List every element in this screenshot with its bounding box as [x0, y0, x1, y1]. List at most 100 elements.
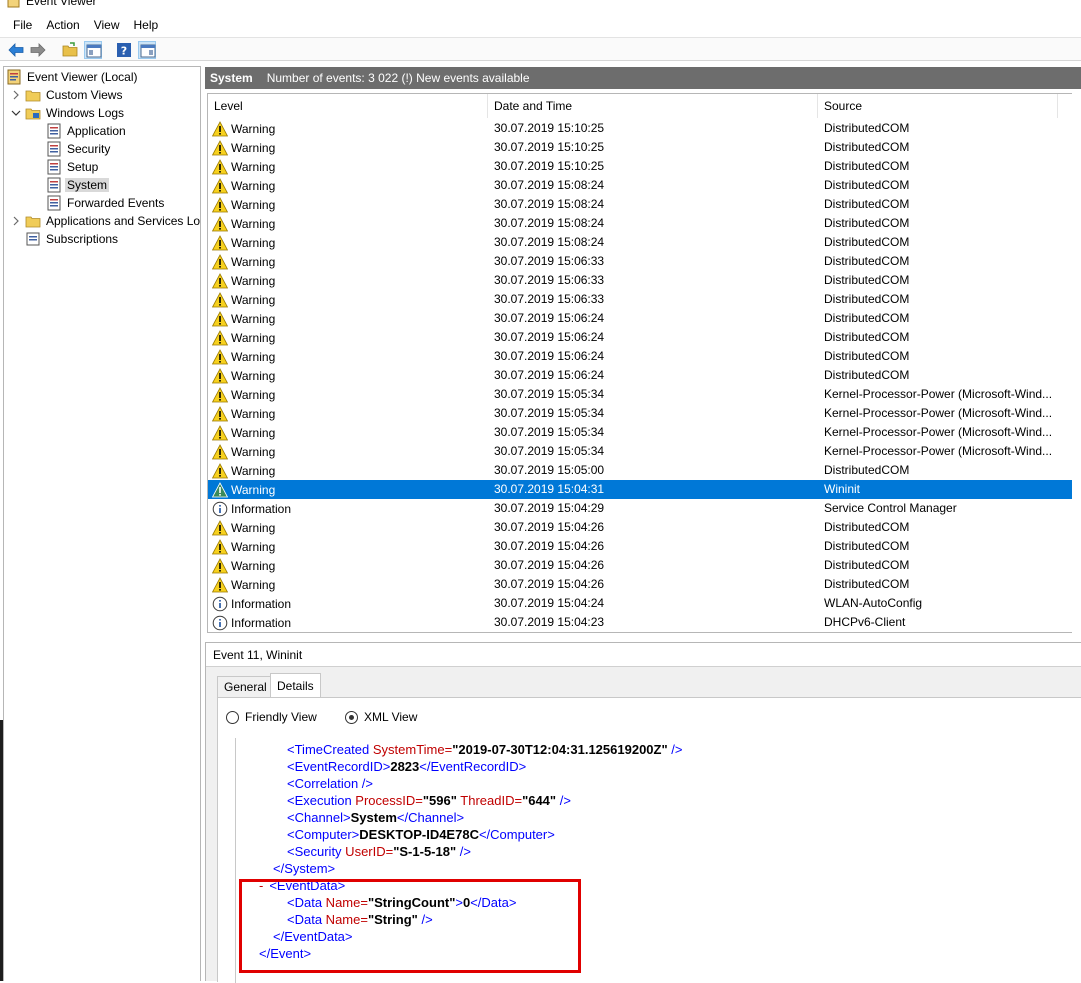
warning-icon [212, 424, 231, 441]
tree-item-root[interactable]: Event Viewer (Local) [6, 68, 140, 86]
tab-details[interactable]: Details [270, 673, 321, 698]
row-source: DistributedCOM [824, 292, 910, 306]
tree-item-application[interactable]: Application [46, 122, 128, 140]
xml-eventrecordid: <EventRecordID>2823</EventRecordID> [287, 759, 527, 774]
xml-content[interactable]: <TimeCreated SystemTime="2019-07-30T12:0… [235, 738, 1081, 983]
warning-icon [212, 272, 231, 289]
row-level: Warning [212, 404, 275, 423]
table-row[interactable]: Warning 30.07.2019 15:05:34 Kernel-Process… [208, 385, 1081, 404]
tree-item-setup[interactable]: Setup [46, 158, 100, 176]
chevron-right-icon[interactable] [10, 215, 22, 227]
open-folder-icon[interactable] [61, 41, 79, 59]
table-row[interactable]: Warning 30.07.2019 15:06:24 DistributedCOM [208, 309, 1081, 328]
table-row[interactable]: Warning 30.07.2019 15:04:26 DistributedCOM [208, 537, 1081, 556]
xml-view-radio[interactable] [345, 710, 358, 724]
console-tree-icon[interactable] [84, 41, 102, 59]
table-row[interactable]: Warning 30.07.2019 15:10:25 DistributedCOM [208, 119, 1081, 138]
menu-action[interactable]: Action [39, 16, 86, 34]
table-row[interactable]: Warning 30.07.2019 15:04:26 DistributedCOM [208, 518, 1081, 537]
table-row[interactable]: Warning 30.07.2019 15:05:00 DistributedCOM [208, 461, 1081, 480]
help-icon[interactable]: ? [115, 41, 133, 59]
row-level-text: Information [231, 615, 292, 630]
row-level: Warning [212, 195, 275, 214]
tree-label-root: Event Viewer (Local) [27, 70, 138, 84]
column-header-level[interactable]: Level [208, 94, 488, 118]
table-row[interactable]: Warning 30.07.2019 15:05:34 Kernel-Process… [208, 442, 1081, 461]
chevron-right-icon[interactable] [10, 89, 22, 101]
row-level-text: Warning [231, 425, 276, 440]
table-row[interactable]: Warning 30.07.2019 15:06:33 DistributedCOM [208, 252, 1081, 271]
row-date: 30.07.2019 15:04:24 [494, 596, 605, 610]
xml-correlation: <Correlation /> [287, 776, 373, 791]
console-tree: Event Viewer (Local) Custom Views Window… [3, 66, 201, 981]
row-source: DistributedCOM [824, 140, 910, 154]
row-level-text: Warning [231, 140, 276, 155]
table-row[interactable]: Warning 30.07.2019 15:06:33 DistributedCOM [208, 290, 1081, 309]
table-row[interactable]: Information 30.07.2019 15:04:23 DHCPv6-Cli… [208, 613, 1081, 632]
menu-help[interactable]: Help [127, 16, 166, 34]
action-pane-icon[interactable] [138, 41, 156, 59]
subscriptions-icon [25, 231, 41, 247]
chevron-down-icon[interactable] [10, 107, 22, 119]
forward-arrow-icon[interactable] [29, 41, 47, 59]
tree-item-apps-services[interactable]: Applications and Services Lo [10, 212, 200, 230]
tree-item-forwarded-events[interactable]: Forwarded Events [46, 194, 166, 212]
back-arrow-icon[interactable] [7, 41, 25, 59]
row-level-text: Warning [231, 558, 276, 573]
warning-icon [212, 215, 231, 232]
column-header-date[interactable]: Date and Time [488, 94, 818, 118]
table-row[interactable]: Information 30.07.2019 15:04:29 Service Co… [208, 499, 1081, 518]
table-row[interactable]: Warning 30.07.2019 15:05:34 Kernel-Process… [208, 404, 1081, 423]
table-row[interactable]: Warning 30.07.2019 15:06:33 DistributedCOM [208, 271, 1081, 290]
tree-label-custom-views: Custom Views [46, 88, 123, 102]
details-tab-body: Friendly View XML View <TimeCreated Syst… [217, 697, 1081, 983]
row-level: Warning [212, 461, 275, 480]
collapse-toggle[interactable]: - [259, 878, 263, 893]
table-row[interactable]: Warning 30.07.2019 15:04:26 DistributedCOM [208, 556, 1081, 575]
table-row[interactable]: Warning 30.07.2019 15:05:34 Kernel-Process… [208, 423, 1081, 442]
event-list[interactable]: Level Date and Time Source Warning 30.07.… [207, 93, 1081, 633]
row-level-text: Warning [231, 121, 276, 136]
warning-icon [212, 405, 231, 422]
tree-item-security[interactable]: Security [46, 140, 112, 158]
table-row[interactable]: Warning 30.07.2019 15:06:24 DistributedCOM [208, 328, 1081, 347]
row-level: Warning [212, 423, 275, 442]
table-row[interactable]: Warning 30.07.2019 15:08:24 DistributedCOM [208, 176, 1081, 195]
background-strip [0, 720, 3, 981]
row-date: 30.07.2019 15:04:26 [494, 539, 605, 553]
friendly-view-radio[interactable] [226, 710, 239, 724]
table-row[interactable]: Warning 30.07.2019 15:08:24 DistributedCOM [208, 195, 1081, 214]
xml-data-stringcount: <Data Name="StringCount">0</Data> [287, 895, 517, 910]
xml-view-option[interactable]: XML View [345, 710, 417, 724]
menu-file[interactable]: File [6, 16, 39, 34]
row-date: 30.07.2019 15:05:34 [494, 444, 605, 458]
table-row[interactable]: Warning 30.07.2019 15:08:24 DistributedCOM [208, 214, 1081, 233]
table-row[interactable]: Warning 30.07.2019 15:06:24 DistributedCOM [208, 347, 1081, 366]
table-row[interactable]: Warning 30.07.2019 15:08:24 DistributedCOM [208, 233, 1081, 252]
information-icon [212, 596, 231, 612]
tree-label-system: System [65, 178, 110, 192]
tree-item-custom-views[interactable]: Custom Views [10, 86, 124, 104]
xml-eventdata-open[interactable]: - <EventData> [259, 877, 345, 894]
row-level: Warning [212, 290, 275, 309]
table-row[interactable]: Warning 30.07.2019 15:10:25 DistributedCOM [208, 157, 1081, 176]
table-row[interactable]: Information 30.07.2019 15:04:24 WLAN-AutoC… [208, 594, 1081, 613]
menu-view[interactable]: View [87, 16, 127, 34]
tree-item-subscriptions[interactable]: Subscriptions [25, 230, 120, 248]
table-row[interactable]: Warning 30.07.2019 15:04:26 DistributedCOM [208, 575, 1081, 594]
table-row[interactable]: Warning 30.07.2019 15:04:31 Wininit [208, 480, 1081, 499]
tab-general[interactable]: General [217, 676, 274, 697]
row-level-text: Warning [231, 273, 276, 288]
toolbar: ? [0, 37, 1081, 61]
row-source: DistributedCOM [824, 577, 910, 591]
table-row[interactable]: Warning 30.07.2019 15:10:25 DistributedCOM [208, 138, 1081, 157]
tree-item-system[interactable]: System [46, 176, 110, 194]
table-row[interactable]: Warning 30.07.2019 15:06:24 DistributedCOM [208, 366, 1081, 385]
event-details-title: Event 11, Wininit [206, 643, 1081, 667]
event-viewer-icon [6, 69, 22, 85]
row-source: DistributedCOM [824, 197, 910, 211]
friendly-view-option[interactable]: Friendly View [226, 710, 317, 724]
row-level-text: Warning [231, 539, 276, 554]
column-header-source[interactable]: Source [818, 94, 1058, 118]
tree-item-windows-logs[interactable]: Windows Logs [10, 104, 126, 122]
